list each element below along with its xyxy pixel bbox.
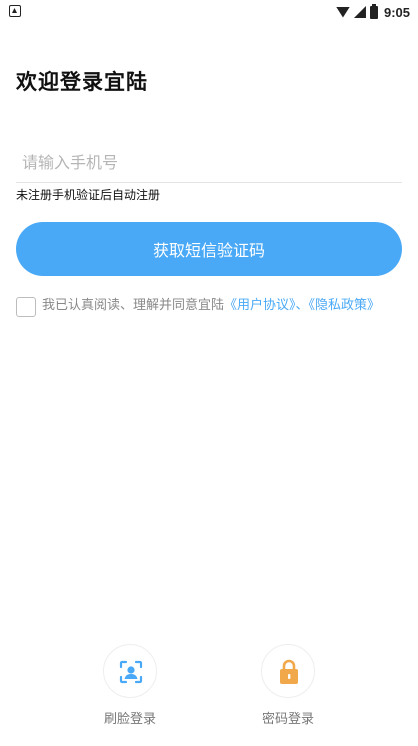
face-scan-icon (119, 660, 143, 684)
battery-icon (369, 3, 378, 19)
agreement-row: 我已认真阅读、理解并同意宜陆《用户协议》、《隐私政策》 (16, 296, 402, 322)
status-time: 9:05 (383, 4, 410, 20)
lock-icon (280, 659, 298, 684)
phone-input[interactable] (16, 144, 402, 180)
signal-icon (353, 6, 366, 18)
input-underline (16, 182, 402, 183)
app-notification-icon (9, 5, 21, 17)
agreement-separator: 、 (295, 298, 309, 313)
register-hint: 未注册手机验证后自动注册 (16, 188, 161, 202)
password-login-option[interactable]: 密码登录 (248, 644, 328, 727)
wifi-icon (335, 6, 350, 18)
user-agreement-link[interactable]: 《用户协议》 (224, 298, 296, 313)
privacy-policy-link[interactable]: 《隐私政策》 (309, 298, 381, 313)
password-login-circle[interactable] (261, 644, 315, 698)
password-login-label: 密码登录 (261, 712, 314, 727)
status-icons: 9:05 (335, 2, 410, 22)
get-sms-code-button[interactable]: 获取短信验证码 (16, 222, 402, 276)
face-login-circle[interactable] (103, 644, 157, 698)
face-login-option[interactable]: 刷脸登录 (90, 644, 170, 727)
page-title: 欢迎登录宜陆 (16, 70, 148, 94)
status-bar: 9:05 (0, 0, 418, 24)
agreement-prefix: 我已认真阅读、理解并同意宜陆 (42, 298, 225, 313)
agreement-text: 我已认真阅读、理解并同意宜陆《用户协议》、《隐私政策》 (16, 290, 402, 322)
face-login-label: 刷脸登录 (103, 712, 156, 727)
agreement-checkbox[interactable] (16, 297, 36, 317)
